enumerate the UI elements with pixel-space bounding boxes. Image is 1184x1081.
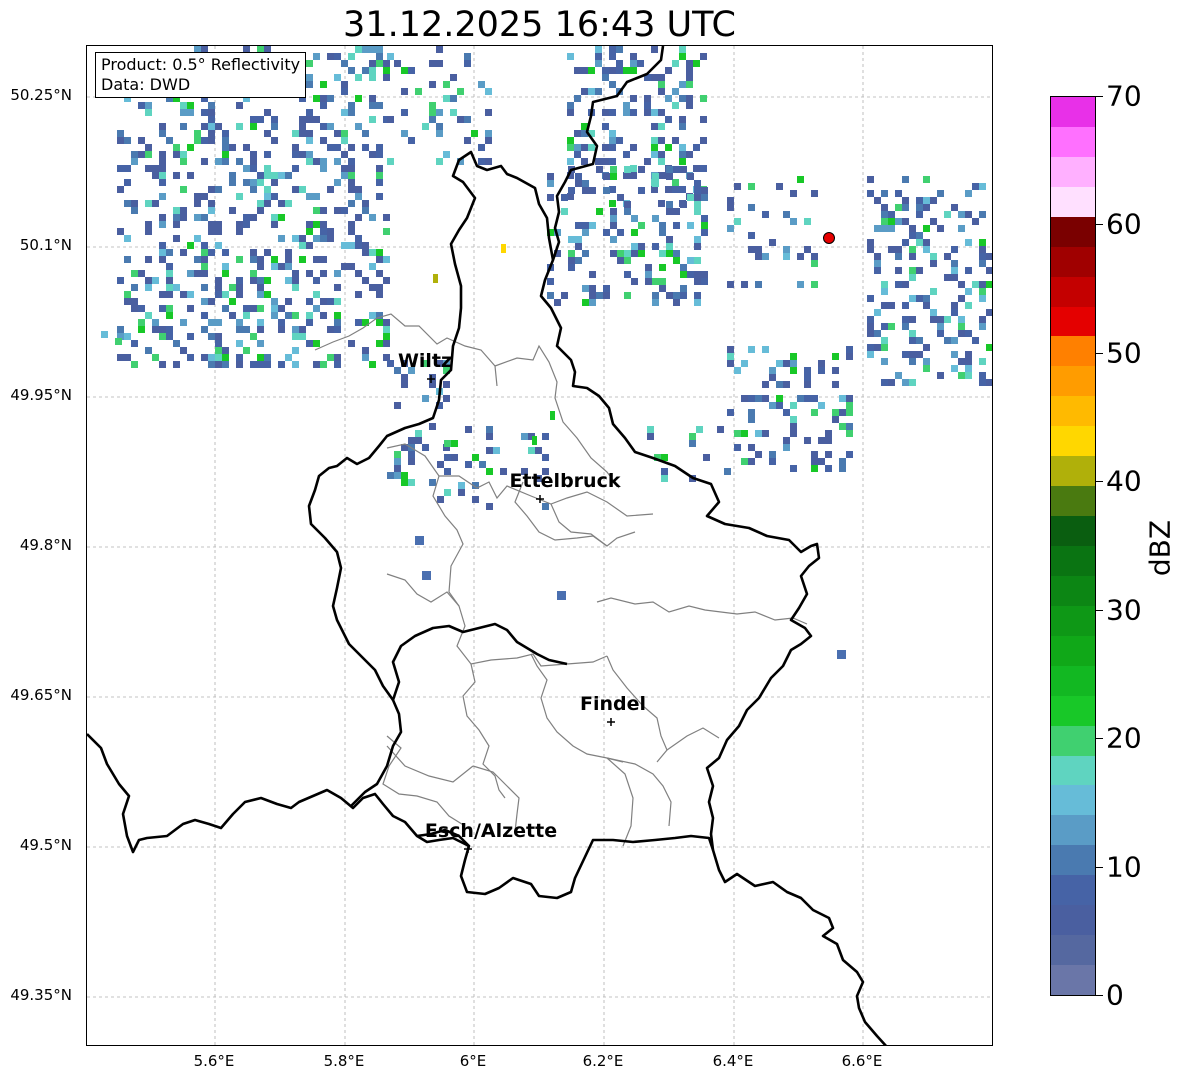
lon-tick-label: 6.2°E bbox=[582, 1052, 624, 1070]
colorbar-segment bbox=[1051, 874, 1095, 906]
colorbar-tick-label: 40 bbox=[1106, 464, 1142, 498]
colorbar-title: dBZ bbox=[1143, 519, 1177, 577]
data-source-label: Data: DWD bbox=[101, 75, 191, 94]
radar-map[interactable]: Product: 0.5° Reflectivity Data: DWD Wil… bbox=[86, 45, 993, 1046]
colorbar-segment bbox=[1051, 156, 1095, 187]
city-label-findel: Findel bbox=[579, 693, 647, 715]
colorbar-segment bbox=[1051, 934, 1095, 966]
colorbar-segment bbox=[1051, 276, 1095, 307]
lon-tick-label: 5.6°E bbox=[193, 1052, 235, 1070]
colorbar-segment bbox=[1051, 96, 1095, 127]
lat-tick-label: 49.5°N bbox=[19, 836, 72, 854]
lat-tick-label: 50.25°N bbox=[10, 86, 72, 104]
colorbar-segment bbox=[1051, 515, 1095, 546]
radar-site-marker bbox=[823, 232, 835, 244]
colorbar-segment bbox=[1051, 216, 1095, 247]
product-label: Product: 0.5° Reflectivity bbox=[101, 55, 301, 74]
lon-tick-label: 6.6°E bbox=[841, 1052, 883, 1070]
lat-tick-label: 50.1°N bbox=[19, 236, 72, 254]
map-canvas bbox=[87, 46, 992, 1045]
colorbar-segment bbox=[1051, 425, 1095, 457]
colorbar-segment bbox=[1051, 126, 1095, 157]
colorbar-segment bbox=[1051, 575, 1095, 606]
colorbar-tick-label: 50 bbox=[1106, 336, 1142, 370]
colorbar-segment bbox=[1051, 665, 1095, 696]
colorbar-segment bbox=[1051, 365, 1095, 397]
colorbar-segment bbox=[1051, 695, 1095, 726]
lon-tick-label: 5.8°E bbox=[323, 1052, 365, 1070]
lat-tick-label: 49.35°N bbox=[10, 986, 72, 1004]
canton-boundaries bbox=[314, 313, 808, 847]
map-title: 31.12.2025 16:43 UTC bbox=[343, 5, 736, 45]
colorbar-segment bbox=[1051, 844, 1095, 876]
colorbar-segment bbox=[1051, 784, 1095, 816]
colorbar-segment bbox=[1051, 186, 1095, 217]
colorbar-tick-label: 60 bbox=[1106, 207, 1142, 241]
lat-tick-label: 49.65°N bbox=[10, 686, 72, 704]
lon-tick-label: 6.4°E bbox=[712, 1052, 754, 1070]
colorbar-tick-label: 30 bbox=[1106, 593, 1142, 627]
colorbar-segment bbox=[1051, 635, 1095, 666]
colorbar-segment bbox=[1051, 605, 1095, 636]
colorbar-segment bbox=[1051, 246, 1095, 277]
colorbar-tick-label: 0 bbox=[1106, 978, 1124, 1012]
colorbar-tick-label: 20 bbox=[1106, 721, 1142, 755]
colorbar-segment bbox=[1051, 545, 1095, 576]
city-label-esch-alzette: Esch/Alzette bbox=[424, 820, 558, 842]
lat-tick-label: 49.95°N bbox=[10, 386, 72, 404]
lat-tick-label: 49.8°N bbox=[19, 536, 72, 554]
colorbar-segment bbox=[1051, 964, 1095, 995]
lon-tick-label: 6°E bbox=[459, 1052, 487, 1070]
colorbar-segment bbox=[1051, 395, 1095, 427]
colorbar-segment bbox=[1051, 335, 1095, 367]
info-box: Product: 0.5° Reflectivity Data: DWD bbox=[95, 52, 307, 98]
radar-echoes bbox=[101, 46, 992, 659]
colorbar-segment bbox=[1051, 455, 1095, 487]
colorbar-segment bbox=[1051, 814, 1095, 846]
colorbar-segment bbox=[1051, 485, 1095, 517]
colorbar-segment bbox=[1051, 755, 1095, 786]
colorbar-tick-label: 70 bbox=[1106, 79, 1142, 113]
city-label-wiltz: Wiltz bbox=[397, 350, 453, 372]
colorbar-segment bbox=[1051, 904, 1095, 936]
city-label-ettelbruck: Ettelbruck bbox=[509, 470, 621, 492]
colorbar-tick-label: 10 bbox=[1106, 850, 1142, 884]
colorbar bbox=[1050, 96, 1096, 996]
colorbar-segment bbox=[1051, 306, 1095, 337]
colorbar-segment bbox=[1051, 725, 1095, 756]
